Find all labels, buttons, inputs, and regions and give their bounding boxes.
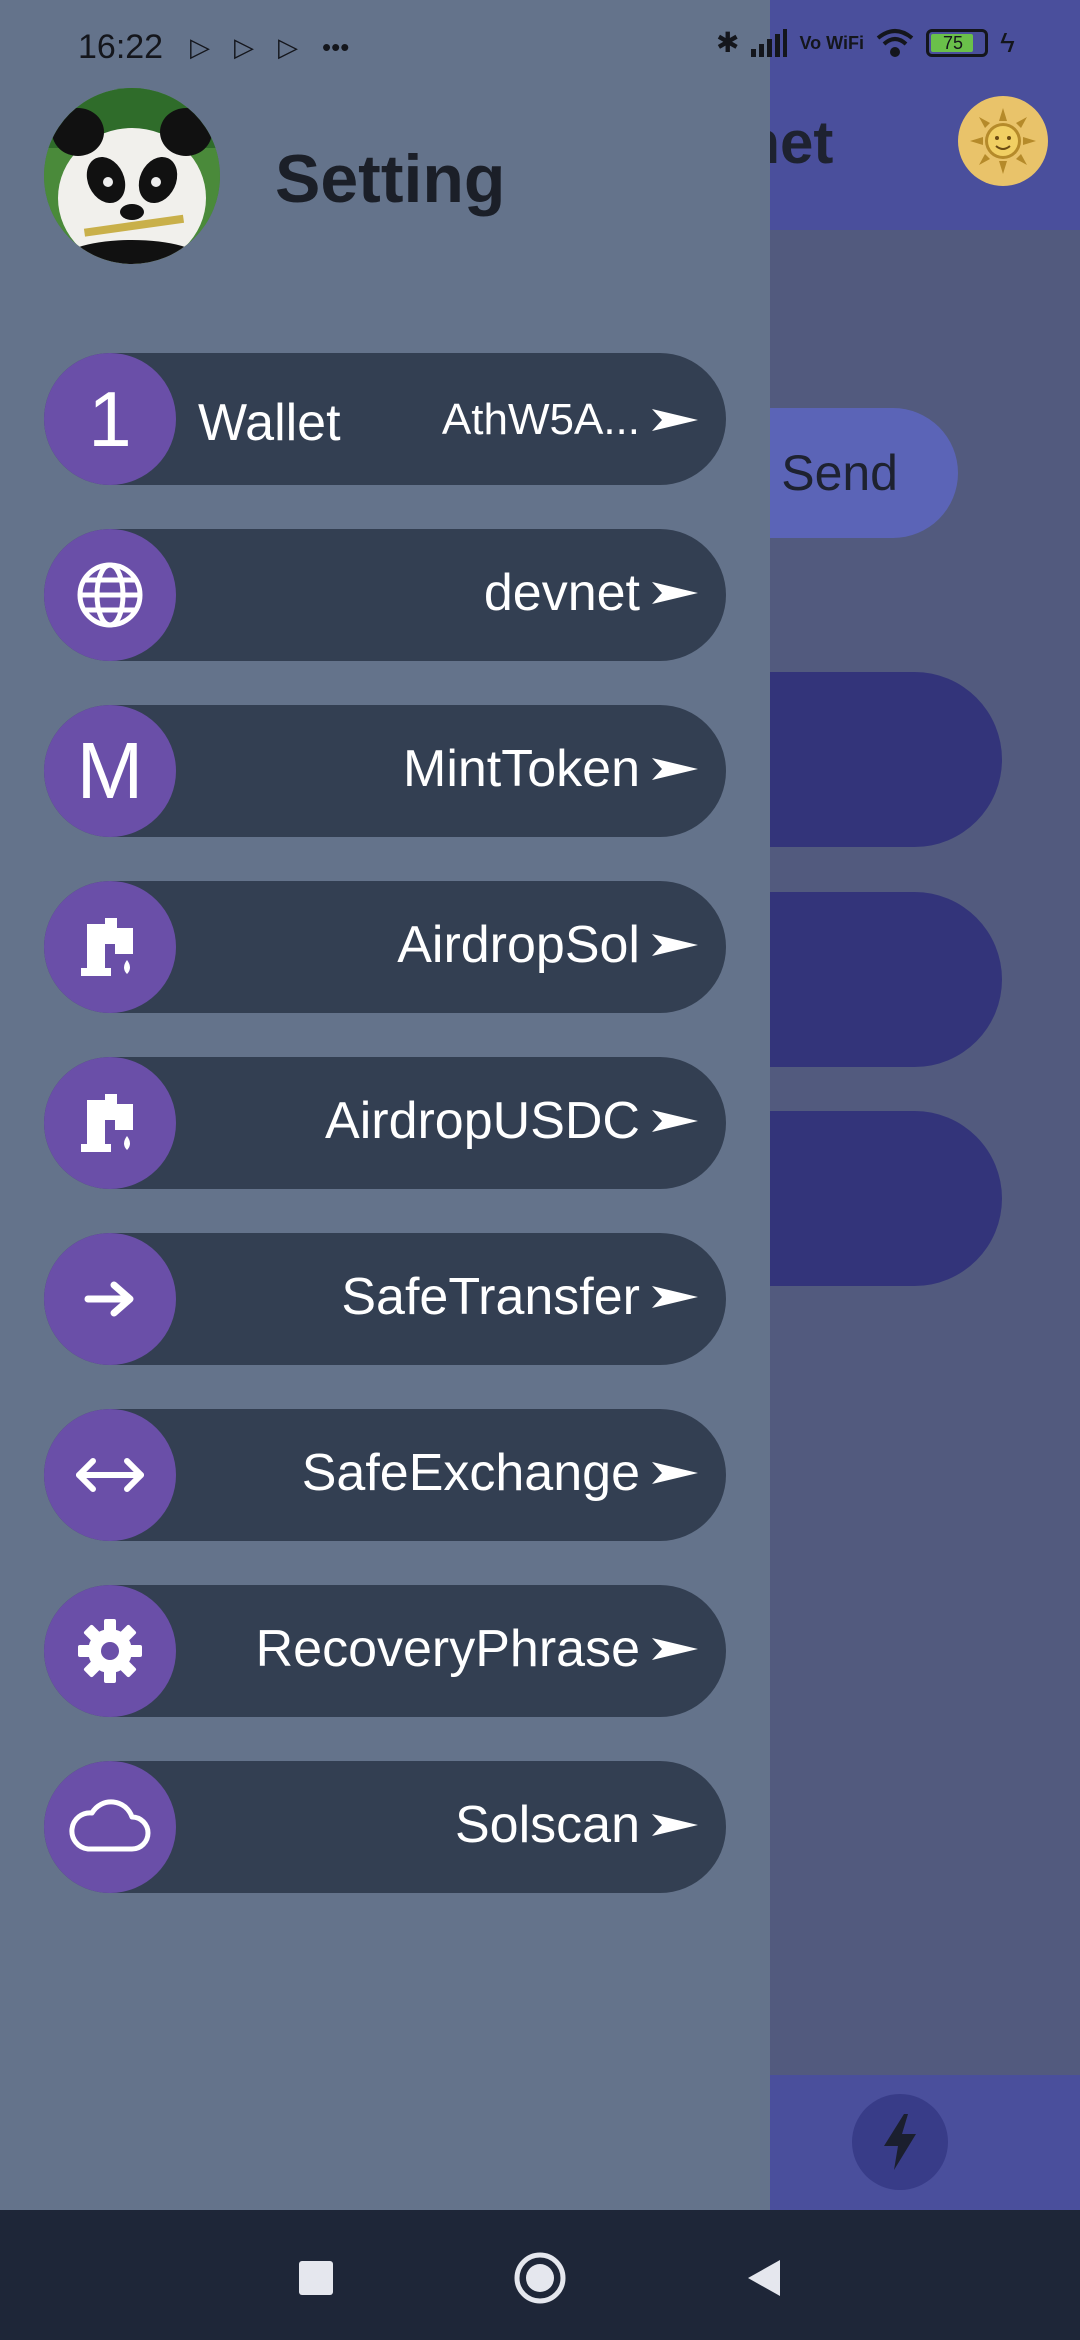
number-one-icon: 1: [44, 353, 176, 485]
wifi-icon: [876, 28, 914, 57]
menu-item-right: AirdropSol: [397, 915, 700, 975]
system-navbar: [0, 2210, 1080, 2340]
arrow-right-icon: [652, 1638, 698, 1660]
back-triangle-icon: [748, 2260, 780, 2296]
battery-icon: 75: [925, 28, 988, 57]
menu-item-label: Wallet: [198, 394, 341, 452]
menu-item-label: MintToken: [403, 740, 640, 798]
faucet-icon: [44, 881, 176, 1013]
menu-item-recoveryphrase[interactable]: RecoveryPhrase: [44, 1585, 726, 1717]
battery-level: 75: [942, 32, 963, 53]
arrow-right-icon: [652, 409, 698, 431]
arrow-right-icon: [652, 1286, 698, 1308]
menu-item-label: devnet: [483, 564, 640, 622]
lightning-icon: [884, 2114, 916, 2170]
menu-item-right: Solscan: [455, 1795, 700, 1855]
signal-icon: [751, 28, 788, 57]
status-icons: ✱ Vo WiFi 75 ϟ: [716, 26, 1015, 59]
back-button[interactable]: [734, 2248, 794, 2308]
menu-item-devnet[interactable]: devnet: [44, 529, 726, 661]
panda-avatar-image: [44, 88, 220, 264]
square-icon: [299, 2261, 333, 2295]
status-bar: 16:22 ▷ ▷ ▷ ••• ✱ Vo WiFi 75 ϟ: [0, 0, 1080, 96]
menu-item-right: AirdropUSDC: [325, 1091, 700, 1151]
arrow-right-icon: [652, 1110, 698, 1132]
play-store-icon: ▷: [234, 32, 254, 62]
play-store-icon: ▷: [190, 32, 210, 62]
menu-item-wallet[interactable]: 1 Wallet AthW5A...: [44, 353, 726, 485]
letter-m-icon: M: [44, 705, 176, 837]
menu-item-right: RecoveryPhrase: [256, 1619, 700, 1679]
menu-item-minttoken[interactable]: M MintToken: [44, 705, 726, 837]
charging-icon: ϟ: [999, 26, 1015, 58]
arrow-right-icon: [652, 758, 698, 780]
menu-item-label: SafeTransfer: [341, 1268, 640, 1326]
menu-item-right: SafeExchange: [302, 1443, 700, 1503]
wallet-address-group: AthW5A...: [442, 395, 700, 445]
arrow-right-icon: [652, 582, 698, 604]
menu-item-right: MintToken: [403, 739, 700, 799]
menu-item-label: AirdropUSDC: [325, 1092, 640, 1150]
arrow-right-icon: [652, 1462, 698, 1484]
panda-avatar[interactable]: [44, 88, 220, 264]
menu-item-safeexchange[interactable]: SafeExchange: [44, 1409, 726, 1541]
arrow-left-right-icon: [44, 1409, 176, 1541]
arrow-right-icon: [652, 934, 698, 956]
menu-item-label: SafeExchange: [301, 1444, 640, 1502]
more-icon: •••: [322, 32, 350, 62]
gear-icon: [44, 1585, 176, 1717]
navigation-drawer: Setting 1 Wallet AthW5A... devnet M Mint…: [0, 0, 770, 2210]
faucet-icon: [44, 1057, 176, 1189]
wallet-address: AthW5A...: [441, 395, 640, 444]
drawer-title: Setting: [275, 141, 506, 217]
circle-icon: [514, 2252, 566, 2304]
home-button[interactable]: [510, 2248, 570, 2308]
bluetooth-icon: ✱: [716, 27, 740, 58]
menu-item-label: RecoveryPhrase: [255, 1620, 640, 1678]
arrow-right-icon: [44, 1233, 176, 1365]
menu-item-label: Solscan: [455, 1796, 640, 1854]
volte-wifi-label: Vo WiFi: [799, 32, 864, 53]
menu-item-solscan[interactable]: Solscan: [44, 1761, 726, 1893]
arrow-right-icon: [652, 1814, 698, 1836]
menu-item-right: devnet: [484, 563, 700, 623]
cloud-icon: [44, 1761, 176, 1893]
menu-item-label: AirdropSol: [397, 916, 640, 974]
sun-avatar-icon[interactable]: [958, 96, 1048, 186]
menu-item-airdropusdc[interactable]: AirdropUSDC: [44, 1057, 726, 1189]
lightning-fab[interactable]: [852, 2094, 948, 2190]
play-store-icon: ▷: [278, 32, 298, 62]
globe-icon: [44, 529, 176, 661]
send-label: Send: [781, 445, 898, 501]
status-time: 16:22: [78, 28, 164, 66]
notification-icons: ▷ ▷ ▷ •••: [190, 32, 349, 63]
menu-item-airdropsol[interactable]: AirdropSol: [44, 881, 726, 1013]
menu-item-safetransfer[interactable]: SafeTransfer: [44, 1233, 726, 1365]
recents-button[interactable]: [286, 2248, 346, 2308]
menu-item-right: SafeTransfer: [341, 1267, 700, 1327]
